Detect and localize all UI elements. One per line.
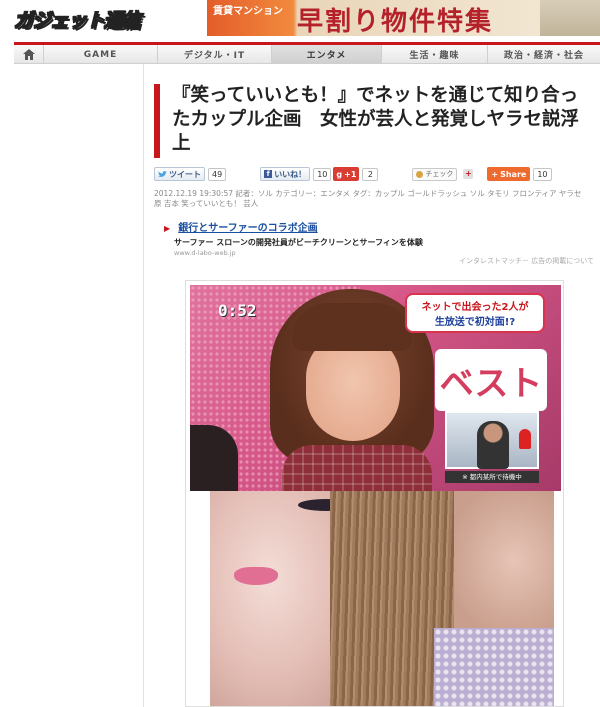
nav-item-entame[interactable]: エンタメ — [272, 45, 382, 64]
gplus-button[interactable]: g +1 — [333, 167, 360, 181]
tv-caption: ネットで出会った2人が 生放送で初対面!? — [405, 293, 545, 333]
article-meta: 2012.12.19 19:30:57 記者：ソル カテゴリー：エンタメ タグ：… — [154, 189, 594, 209]
text-ad: ▶ 銀行とサーファーのコラボ企画 サーファー スローンの開発社員がビーチクリーン… — [164, 216, 594, 257]
site-header: ガジェット通信 賃貸マンション 早割り物件特集 — [0, 0, 600, 40]
ad-notice-link[interactable]: インタレストマッチ－ 広告の掲載について — [459, 256, 594, 266]
share-label: Share — [500, 169, 527, 179]
site-logo[interactable]: ガジェット通信 — [13, 4, 141, 34]
tv-subcaption: ※ 都内某所で待機中 — [445, 471, 539, 483]
gplus-icon: g — [336, 169, 343, 179]
selfie-hand — [454, 491, 554, 631]
share-icon: + — [491, 169, 499, 179]
tweet-label: ツイート — [169, 169, 201, 179]
twitter-bird-icon — [158, 170, 167, 177]
inset-man — [477, 421, 509, 469]
like-label: いいね！ — [274, 169, 307, 179]
nav-item-game[interactable]: GAME — [44, 45, 158, 64]
shirt-shape — [282, 445, 432, 491]
tv-timecode: 0:52 — [218, 301, 257, 320]
selfie-photo — [210, 491, 554, 706]
like-button[interactable]: f いいね！ — [260, 167, 311, 181]
tweet-count: 49 — [208, 167, 227, 181]
tv-screenshot: 0:52 ネットで出会った2人が 生放送で初対面!? ベスト ※ 都内某所で待機… — [190, 285, 561, 491]
nav-item-lifestyle[interactable]: 生活・趣味 — [382, 45, 488, 64]
article-title: 『笑っていいとも！』でネットを通じて知り合ったカップル企画 女性が芸人と発覚しヤ… — [172, 85, 580, 154]
tv-inset-video — [445, 411, 539, 469]
hatena-icon[interactable]: + — [463, 169, 474, 179]
gplus-label: +1 — [344, 169, 357, 179]
tv-big-text: ベスト — [435, 349, 547, 411]
selfie-clothing — [434, 628, 554, 706]
nav-item-politics[interactable]: 政治・経済・社会 — [488, 45, 600, 64]
article-image[interactable]: 0:52 ネットで出会った2人が 生放送で初対面!? ベスト ※ 都内某所で待機… — [185, 280, 564, 707]
share-count: 10 — [533, 167, 552, 181]
banner-image — [540, 0, 600, 36]
tv-foreground-shoulder — [190, 425, 238, 491]
article-title-block: 『笑っていいとも！』でネットを通じて知り合ったカップル企画 女性が芸人と発覚しヤ… — [154, 84, 594, 158]
main-nav: GAME デジタル・IT エンタメ 生活・趣味 政治・経済・社会 — [14, 42, 600, 64]
banner-headline: 早割り物件特集 — [297, 7, 494, 36]
home-icon — [22, 49, 35, 60]
mixi-icon — [416, 170, 424, 178]
tv-caption-line-1: ネットで出会った2人が — [421, 302, 529, 313]
tv-caption-line-2: 生放送で初対面!? — [434, 317, 516, 328]
gplus-count: 2 — [362, 167, 379, 181]
like-count: 10 — [313, 167, 332, 181]
nav-home-button[interactable] — [14, 45, 44, 64]
left-column — [14, 64, 144, 707]
nav-item-digital[interactable]: デジタル・IT — [158, 45, 272, 64]
banner-ad[interactable]: 賃貸マンション 早割り物件特集 — [207, 0, 600, 36]
banner-small-text: 賃貸マンション — [213, 6, 283, 17]
social-bar: ツイート 49 f いいね！ 10 g +1 2 チェック + + Share … — [154, 166, 594, 182]
bangs-shape — [292, 303, 412, 351]
meta-line-1: 2012.12.19 19:30:57 記者：ソル カテゴリー：エンタメ タグ：… — [154, 189, 582, 198]
facebook-icon: f — [264, 170, 273, 178]
selfie-lips — [234, 567, 278, 585]
inset-red-lamp — [519, 429, 531, 449]
check-label: チェック — [425, 170, 454, 178]
tweet-button[interactable]: ツイート — [154, 167, 205, 181]
ad-description: サーファー スローンの開発社員がビーチクリーンとサーフィンを体験 — [174, 238, 423, 247]
ad-title-link[interactable]: 銀行とサーファーのコラボ企画 — [178, 223, 317, 234]
share-button[interactable]: + Share — [487, 167, 531, 181]
mixi-check-button[interactable]: チェック — [412, 167, 458, 181]
meta-line-2: 原 吉本 笑っていいとも！ 芸人 — [154, 199, 259, 208]
ad-arrow-icon: ▶ — [164, 224, 171, 233]
